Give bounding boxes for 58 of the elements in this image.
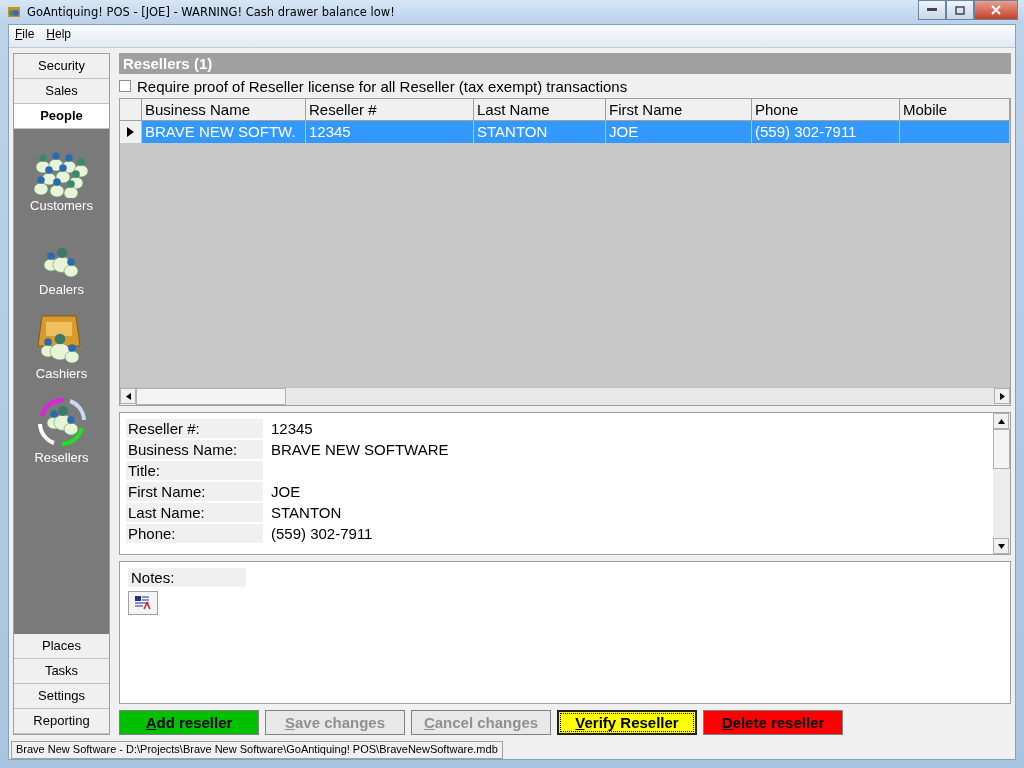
menu-item[interactable]: File (15, 27, 35, 45)
maximize-button[interactable] (946, 0, 974, 20)
column-header[interactable]: Mobile (900, 99, 1010, 121)
table-cell: BRAVE NEW SOFTW. (142, 121, 306, 143)
scroll-right-button[interactable] (994, 388, 1010, 404)
column-header[interactable]: First Name (606, 99, 752, 121)
scrollbar-thumb[interactable] (993, 429, 1010, 469)
field-label: Reseller #: (126, 419, 263, 438)
field-value: (559) 302-7911 (271, 525, 373, 542)
checkbox-label: Require proof of Reseller license for all Reseller (tax exempt) transactions (137, 77, 628, 95)
up-arrow-icon (997, 418, 1005, 424)
field-label: Last Name: (126, 503, 263, 522)
menu-item[interactable]: Help (46, 27, 72, 45)
table-cell: JOE (606, 121, 752, 143)
field-value: 12345 (271, 420, 313, 437)
scroll-up-button[interactable] (993, 413, 1009, 429)
window-title: GoAntiquing! POS - [JOE] - WARNING! Cash drawer balance low! (27, 5, 396, 19)
table-cell: 12345 (306, 121, 474, 143)
status-bar: Brave New Software - D:\Projects\Brave New Software\GoAntiquing! POS\BraveNewSoftware.mdb (11, 741, 503, 759)
close-icon (991, 5, 1001, 15)
panel-header: Resellers (1) (119, 53, 1011, 74)
field-value: BRAVE NEW SOFTWARE (271, 441, 449, 458)
app-icon (6, 4, 22, 20)
field-value: STANTON (271, 504, 342, 521)
row-pointer-icon (127, 127, 134, 137)
column-header[interactable]: Last Name (474, 99, 606, 121)
action-button[interactable]: Add reseller (119, 710, 259, 735)
field-label: Title: (126, 461, 263, 480)
text-format-icon (135, 596, 151, 610)
field-value: JOE (271, 483, 301, 500)
table-cell: STANTON (474, 121, 606, 143)
scrollbar-thumb[interactable] (136, 388, 286, 405)
nav-tab[interactable]: People (14, 104, 109, 129)
column-header[interactable]: Reseller # (306, 99, 474, 121)
column-header[interactable]: Phone (752, 99, 900, 121)
nav-item[interactable]: Customers (30, 198, 93, 213)
notes-label: Notes: (128, 568, 246, 587)
action-button[interactable]: Verify Reseller (557, 710, 697, 735)
minimize-icon (927, 8, 937, 12)
down-arrow-icon (997, 543, 1005, 549)
field-label: Phone: (126, 524, 263, 543)
right-arrow-icon (999, 392, 1005, 400)
nav-item[interactable]: Cashiers (35, 366, 88, 381)
field-label: Business Name: (126, 440, 263, 459)
checkbox[interactable] (119, 80, 131, 92)
action-button[interactable]: Delete reseller (703, 710, 843, 735)
scroll-left-button[interactable] (120, 388, 136, 404)
maximize-icon (955, 5, 965, 15)
format-button[interactable] (128, 591, 158, 615)
field-label: First Name: (126, 482, 263, 501)
table-cell: (559) 302-7911 (752, 121, 900, 143)
nav-item[interactable]: Dealers (39, 282, 84, 297)
column-header[interactable]: Business Name (142, 99, 306, 121)
nav-item[interactable]: Resellers (34, 450, 89, 465)
left-arrow-icon (125, 392, 131, 400)
scroll-down-button[interactable] (993, 538, 1009, 554)
close-button[interactable] (974, 0, 1018, 20)
minimize-button[interactable] (918, 0, 946, 20)
